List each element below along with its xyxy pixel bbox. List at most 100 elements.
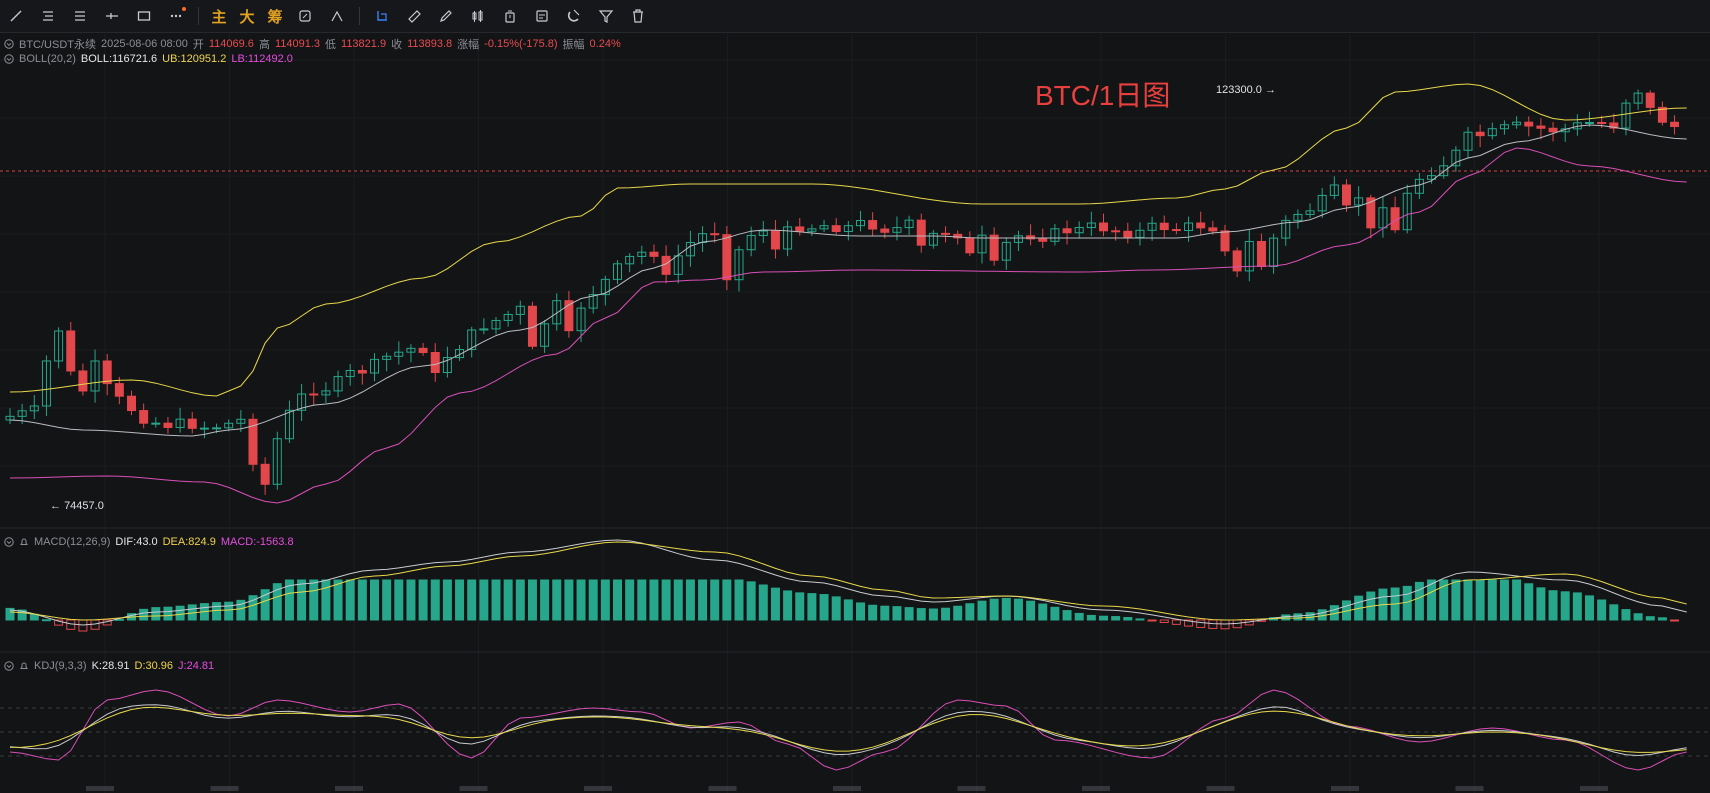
trash-icon[interactable] xyxy=(622,0,654,32)
candle-body xyxy=(1038,238,1048,242)
candle-body xyxy=(1256,240,1266,267)
pencil-icon[interactable] xyxy=(430,0,462,32)
macd-bar xyxy=(1475,579,1485,621)
bell-icon[interactable] xyxy=(19,537,29,547)
macd-bar xyxy=(916,608,926,621)
chevron-icon[interactable] xyxy=(4,54,14,64)
macd-bar xyxy=(455,579,465,621)
macd-bar xyxy=(1548,590,1558,621)
macd-bar xyxy=(540,579,550,621)
price-chart[interactable] xyxy=(0,32,1710,793)
chevron-icon[interactable] xyxy=(4,39,14,49)
candle-body xyxy=(212,427,222,430)
horizontal-ray-icon[interactable] xyxy=(96,0,128,32)
filter-icon[interactable] xyxy=(590,0,622,32)
indicator-button-1[interactable]: 主 xyxy=(205,0,233,32)
macd-bar xyxy=(880,605,890,621)
macd-bar xyxy=(783,590,793,621)
measure-icon[interactable] xyxy=(366,0,398,32)
candle-body xyxy=(1196,222,1206,229)
trend-line-icon[interactable] xyxy=(0,0,32,32)
horizontal-lines-icon[interactable] xyxy=(32,0,64,32)
macd-bar xyxy=(613,579,622,621)
candle-body xyxy=(139,410,149,424)
macd-bar xyxy=(746,581,756,621)
parallel-channel-icon[interactable] xyxy=(64,0,96,32)
candle-body xyxy=(722,234,732,281)
macd-bar xyxy=(151,607,161,621)
macd-bar xyxy=(758,584,768,621)
low-marker: ← 74457.0 xyxy=(50,500,104,512)
macd-bar xyxy=(576,579,586,621)
candle-body xyxy=(1099,222,1108,232)
macd-bar xyxy=(479,579,489,621)
macd-bar xyxy=(965,603,975,621)
macd-bar xyxy=(1050,606,1060,621)
candle-body xyxy=(1645,92,1655,108)
date-tick xyxy=(86,786,114,791)
macd-bar xyxy=(394,579,404,621)
date-tick xyxy=(1455,786,1484,791)
candles-icon[interactable] xyxy=(462,0,494,32)
macd-bar xyxy=(1536,587,1546,621)
candle-body xyxy=(66,330,76,372)
macd-bar xyxy=(673,579,683,621)
candle-body xyxy=(868,220,878,230)
legend-row: BTC/USDT永续 2025-08-06 08:00 开 114069.6 高1… xyxy=(4,36,621,52)
macd-bar xyxy=(564,579,574,621)
boll-lb-value: LB:112492.0 xyxy=(231,53,293,65)
rectangle-icon[interactable] xyxy=(128,0,160,32)
macd-bar xyxy=(856,602,865,621)
close-value: 113893.8 xyxy=(407,38,453,50)
macd-bar xyxy=(1499,579,1509,621)
indicator-button-2[interactable]: 大 xyxy=(233,0,261,32)
more-tools-icon[interactable] xyxy=(160,0,192,32)
macd-bar xyxy=(1670,619,1680,622)
macd-bar xyxy=(406,579,416,621)
macd-bar xyxy=(1196,619,1206,628)
candle-body xyxy=(1548,127,1558,133)
macd-bar xyxy=(527,579,537,621)
boll-legend: BOLL(20,2) BOLL:116721.6 UB:120951.2 LB:… xyxy=(4,53,293,65)
macd-bar xyxy=(819,594,829,621)
chevron-icon[interactable] xyxy=(4,537,14,547)
macd-legend: MACD(12,26,9) DIF:43.0 DEA:824.9 MACD:-1… xyxy=(4,536,294,548)
amplitude-value: 0.24% xyxy=(589,38,621,50)
boll-mid-band xyxy=(9,124,1687,437)
macd-bar xyxy=(989,598,999,621)
date-tick xyxy=(1580,786,1608,791)
macd-bar xyxy=(175,605,185,621)
chart-type-icon[interactable] xyxy=(321,0,353,32)
indicator-button-3[interactable]: 筹 xyxy=(261,0,289,32)
macd-bar xyxy=(1609,604,1619,621)
kdj-name: KDJ(9,3,3) xyxy=(34,660,87,672)
chevron-icon[interactable] xyxy=(4,661,14,671)
candle-body xyxy=(1670,121,1680,128)
bell-icon[interactable] xyxy=(19,661,29,671)
boll-mid-value: BOLL:116721.6 xyxy=(80,53,158,65)
macd-bar xyxy=(321,579,331,621)
kdj-k-line xyxy=(9,704,1687,757)
macd-bar xyxy=(309,579,319,621)
macd-bar xyxy=(297,579,307,621)
candle-body xyxy=(1585,121,1594,124)
candle-body xyxy=(163,422,173,428)
macd-bar xyxy=(1159,619,1169,623)
candle-body xyxy=(1111,230,1121,233)
macd-bar xyxy=(1171,619,1181,625)
macd-bar xyxy=(904,607,914,621)
macd-bar xyxy=(795,592,805,621)
magnet-icon[interactable] xyxy=(558,0,590,32)
candle-body xyxy=(916,219,926,246)
macd-bar xyxy=(698,579,708,621)
timer-icon[interactable] xyxy=(494,0,526,32)
symbol-name: BTC/USDT永续 xyxy=(19,39,96,51)
candle-body xyxy=(151,422,161,425)
macd-bar xyxy=(1597,599,1607,621)
macd-bar xyxy=(892,606,902,621)
candle-body xyxy=(1524,121,1534,127)
ruler-icon[interactable] xyxy=(398,0,430,32)
notes-icon[interactable] xyxy=(526,0,558,32)
chart-settings-icon[interactable] xyxy=(289,0,321,32)
macd-bar xyxy=(1512,579,1522,621)
